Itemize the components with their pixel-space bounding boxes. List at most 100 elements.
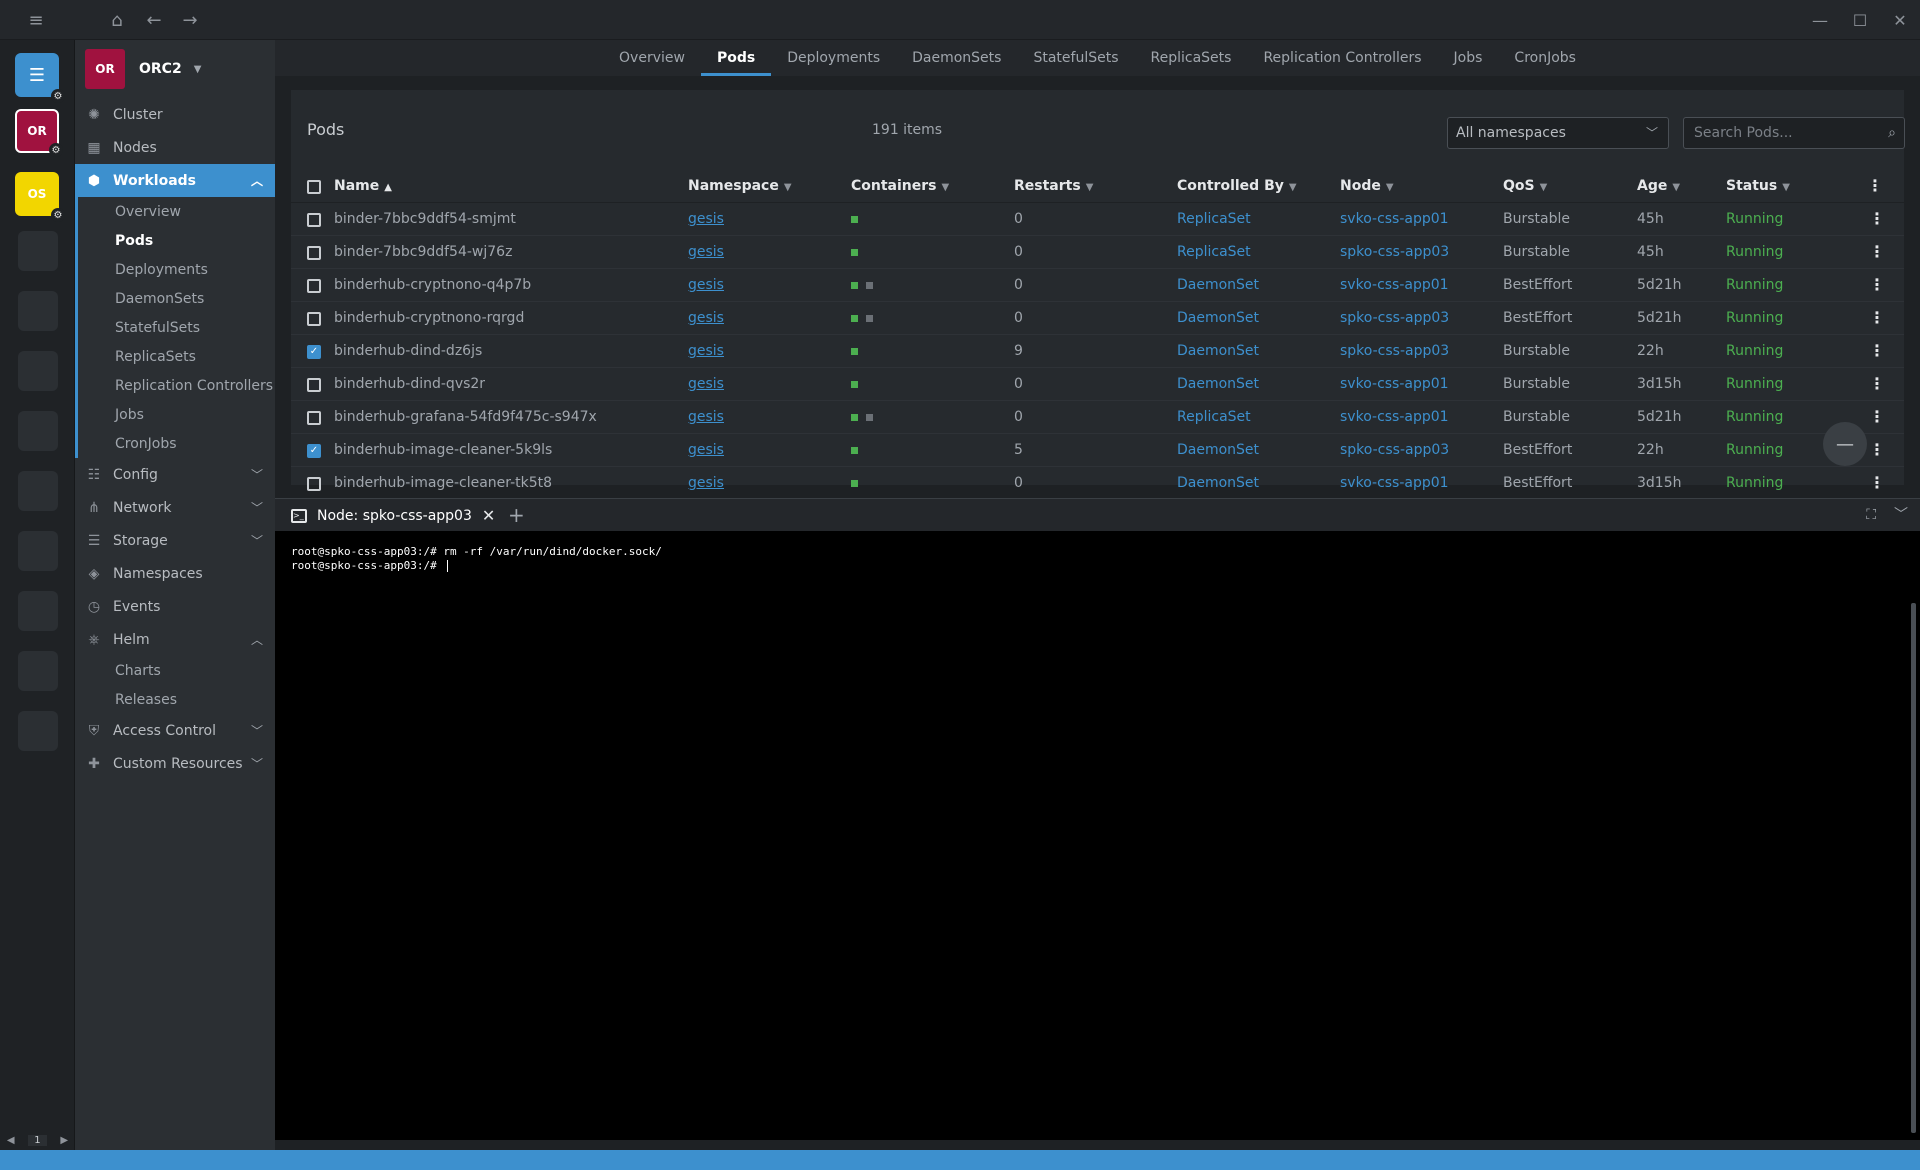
search-input[interactable] [1694,125,1874,141]
caret-down-icon[interactable]: ▼ [194,64,202,75]
rail-slot[interactable] [18,411,58,451]
arrow-left-icon[interactable]: ← [136,0,172,40]
controlled-by-link[interactable]: DaemonSet [1177,368,1259,400]
node-link[interactable]: svko-css-app01 [1340,269,1449,301]
column-containers[interactable]: Containers ▼ [851,170,949,204]
chevron-down-icon[interactable]: ﹀ [1894,499,1908,532]
sidebar-sub-charts[interactable]: Charts [75,656,275,685]
controlled-by-link[interactable]: DaemonSet [1177,302,1259,334]
cluster-os-button[interactable]: OS ⚙ [15,172,65,222]
namespace-link[interactable]: gesis [688,401,724,433]
rail-slot[interactable] [18,231,58,271]
row-checkbox[interactable] [307,477,321,491]
pod-name[interactable]: binderhub-cryptnono-q4p7b [334,269,531,301]
table-row[interactable]: binderhub-image-cleaner-tk5t8 gesis 0 Daemo… [291,467,1904,500]
node-link[interactable]: spko-css-app03 [1340,236,1449,268]
sidebar-sub-releases[interactable]: Releases [75,685,275,714]
table-row[interactable]: ✓ binderhub-image-cleaner-5k9ls gesis 5 Daem… [291,434,1904,467]
table-row[interactable]: binderhub-cryptnono-q4p7b gesis 0 DaemonSet… [291,269,1904,302]
column-name[interactable]: Name ▲ [334,170,392,204]
column-controlled-by[interactable]: Controlled By ▼ [1177,170,1297,204]
pager-next-icon[interactable]: ▶ [60,1135,68,1146]
sidebar-sub-deployments[interactable]: Deployments [78,255,275,284]
sidebar-item-events[interactable]: ◷ Events [75,590,275,623]
table-row[interactable]: ✓ binderhub-dind-dz6js gesis 9 DaemonSet spko… [291,335,1904,368]
node-link[interactable]: spko-css-app03 [1340,335,1449,367]
home-icon[interactable]: ⌂ [99,0,135,40]
row-checkbox[interactable] [307,411,321,425]
column-status[interactable]: Status ▼ [1726,170,1790,204]
column-qos[interactable]: QoS ▼ [1503,170,1547,204]
rail-slot[interactable] [18,531,58,571]
terminal[interactable]: root@spko-css-app03:/# rm -rf /var/run/d… [275,531,1920,1140]
pod-name[interactable]: binderhub-grafana-54fd9f475c-s947x [334,401,597,433]
sidebar-item-workloads[interactable]: ⬢ Workloads ︿ [75,164,275,197]
terminal-scrollbar[interactable] [1911,603,1916,1133]
controlled-by-link[interactable]: ReplicaSet [1177,203,1251,235]
cluster-or-button[interactable]: OR ⚙ [15,109,63,157]
pod-name[interactable]: binderhub-image-cleaner-5k9ls [334,434,552,466]
controlled-by-link[interactable]: DaemonSet [1177,467,1259,499]
row-menu-icon[interactable]: ⋮ [1869,467,1885,499]
pager-prev-icon[interactable]: ◀ [7,1135,15,1146]
sidebar-item-network[interactable]: ⋔ Network ﹀ [75,491,275,524]
pod-name[interactable]: binderhub-dind-dz6js [334,335,482,367]
catalog-button[interactable]: ☰ ⚙ [15,53,65,103]
rail-slot[interactable] [18,291,58,331]
pod-name[interactable]: binderhub-image-cleaner-tk5t8 [334,467,552,499]
sidebar-sub-replicasets[interactable]: ReplicaSets [78,342,275,371]
row-checkbox[interactable] [307,213,321,227]
row-menu-icon[interactable]: ⋮ [1869,401,1885,433]
arrow-right-icon[interactable]: → [172,0,208,40]
rail-slot[interactable] [18,591,58,631]
maximize-button[interactable]: ☐ [1840,0,1880,40]
row-menu-icon[interactable]: ⋮ [1869,203,1885,235]
pod-name[interactable]: binder-7bbc9ddf54-smjmt [334,203,516,235]
sidebar-sub-replication-controllers[interactable]: Replication Controllers [78,371,275,400]
tab-replication-controllers[interactable]: Replication Controllers [1247,40,1437,76]
pod-name[interactable]: binder-7bbc9ddf54-wj76z [334,236,512,268]
hamburger-icon[interactable]: ≡ [18,0,54,40]
controlled-by-link[interactable]: ReplicaSet [1177,236,1251,268]
row-checkbox[interactable] [307,246,321,260]
column-namespace[interactable]: Namespace ▼ [688,170,792,204]
column-restarts[interactable]: Restarts ▼ [1014,170,1093,204]
node-link[interactable]: svko-css-app01 [1340,368,1449,400]
namespace-select[interactable]: All namespaces ﹀ [1447,117,1669,149]
pod-name[interactable]: binderhub-cryptnono-rqrgd [334,302,524,334]
namespace-link[interactable]: gesis [688,467,724,499]
row-checkbox[interactable] [307,279,321,293]
table-row[interactable]: binderhub-grafana-54fd9f475c-s947x gesis 0… [291,401,1904,434]
sidebar-item-namespaces[interactable]: ◈ Namespaces [75,557,275,590]
node-link[interactable]: svko-css-app01 [1340,401,1449,433]
sidebar-item-helm[interactable]: ⎈ Helm ︿ [75,623,275,656]
close-window-button[interactable]: ✕ [1880,0,1920,40]
add-tab-button[interactable]: + [508,499,525,532]
row-menu-icon[interactable]: ⋮ [1869,236,1885,268]
tab-cronjobs[interactable]: CronJobs [1498,40,1592,76]
node-link[interactable]: spko-css-app03 [1340,434,1449,466]
row-checkbox[interactable]: ✓ [307,345,321,359]
sidebar-sub-overview[interactable]: Overview [78,197,275,226]
row-menu-icon[interactable]: ⋮ [1869,302,1885,334]
minimize-button[interactable]: — [1800,0,1840,40]
table-row[interactable]: binder-7bbc9ddf54-smjmt gesis 0 ReplicaSet s… [291,203,1904,236]
row-menu-icon[interactable]: ⋮ [1869,269,1885,301]
sidebar-item-cluster[interactable]: ✺ Cluster [75,98,275,131]
table-row[interactable]: binder-7bbc9ddf54-wj76z gesis 0 ReplicaSet s… [291,236,1904,269]
rail-slot[interactable] [18,651,58,691]
row-checkbox[interactable] [307,312,321,326]
close-icon[interactable]: ✕ [482,506,495,525]
table-row[interactable]: binderhub-dind-qvs2r gesis 0 DaemonSet svko-… [291,368,1904,401]
controlled-by-link[interactable]: DaemonSet [1177,269,1259,301]
namespace-link[interactable]: gesis [688,368,724,400]
tab-jobs[interactable]: Jobs [1438,40,1499,76]
controlled-by-link[interactable]: ReplicaSet [1177,401,1251,433]
column-node[interactable]: Node ▼ [1340,170,1394,204]
namespace-link[interactable]: gesis [688,434,724,466]
dock-tab-terminal[interactable]: >_ Node: spko-css-app03 ✕ [291,499,495,532]
rail-slot[interactable] [18,711,58,751]
collapse-fab-button[interactable]: — [1823,422,1867,466]
node-link[interactable]: svko-css-app01 [1340,203,1449,235]
sidebar-item-access-control[interactable]: ⛨ Access Control ﹀ [75,714,275,747]
